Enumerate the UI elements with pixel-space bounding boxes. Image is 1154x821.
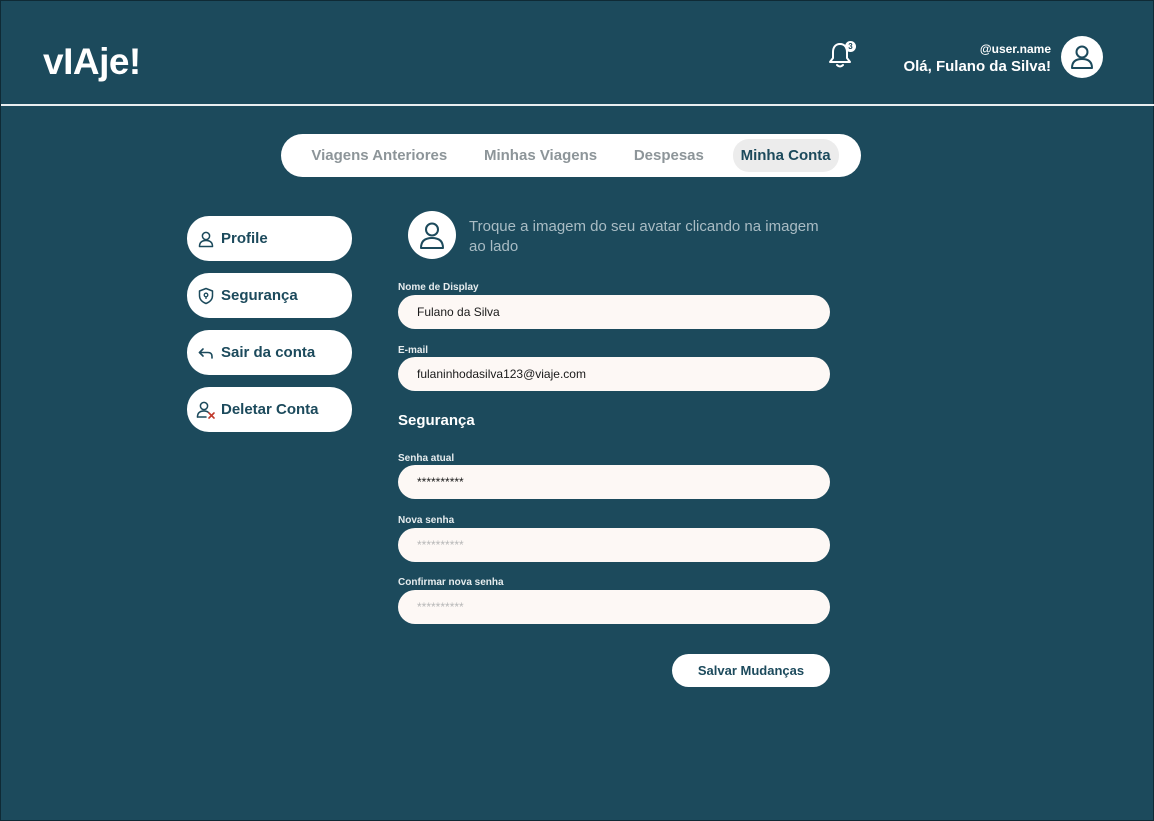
user-greeting: Olá, Fulano da Silva! [903, 58, 1051, 75]
notification-badge: 3 [845, 41, 856, 52]
sidebar-item-deletar-conta[interactable]: Deletar Conta [187, 387, 352, 432]
sidebar-item-profile[interactable]: Profile [187, 216, 352, 261]
display-name-field[interactable] [398, 295, 830, 329]
sidebar-item-label: Deletar Conta [221, 401, 319, 418]
current-password-field[interactable] [398, 465, 830, 499]
logout-arrow-icon [196, 343, 216, 363]
current-password-label: Senha atual [398, 453, 455, 464]
profile-avatar-button[interactable] [408, 211, 456, 259]
main-tabs: Viagens Anteriores Minhas Viagens Despes… [281, 134, 861, 177]
sidebar-item-label: Profile [221, 230, 268, 247]
tab-minhas-viagens[interactable]: Minhas Viagens [476, 139, 605, 172]
header-divider [1, 104, 1154, 106]
display-name-label: Nome de Display [398, 282, 479, 293]
new-password-label: Nova senha [398, 515, 455, 526]
email-field[interactable] [398, 357, 830, 391]
tab-viagens-anteriores[interactable]: Viagens Anteriores [303, 139, 455, 172]
sidebar-item-seguranca[interactable]: Segurança [187, 273, 352, 318]
user-icon [196, 229, 216, 249]
app-logo[interactable]: vIAje! [43, 41, 141, 83]
tab-minha-conta[interactable]: Minha Conta [732, 139, 839, 172]
user-icon [420, 222, 444, 249]
tab-despesas[interactable]: Despesas [626, 139, 712, 172]
user-icon [1071, 45, 1093, 69]
avatar-hint-text: Troque a imagem do seu avatar clicando n… [469, 218, 819, 255]
new-password-field[interactable] [398, 528, 830, 562]
sidebar-item-label: Segurança [221, 287, 298, 304]
security-section-title: Segurança [398, 412, 475, 429]
confirm-password-label: Confirmar nova senha [398, 577, 504, 588]
app-header: vIAje! 3 @user.name Olá, Fulano da Silva… [1, 1, 1154, 106]
shield-icon [196, 286, 216, 306]
user-avatar[interactable] [1061, 36, 1103, 78]
sidebar-item-sair-da-conta[interactable]: Sair da conta [187, 330, 352, 375]
confirm-password-field[interactable] [398, 590, 830, 624]
delete-user-icon [196, 400, 216, 420]
sidebar-item-label: Sair da conta [221, 344, 316, 361]
save-changes-button[interactable]: Salvar Mudanças [672, 654, 830, 687]
email-label: E-mail [398, 345, 429, 356]
user-handle: @user.name [979, 42, 1051, 56]
